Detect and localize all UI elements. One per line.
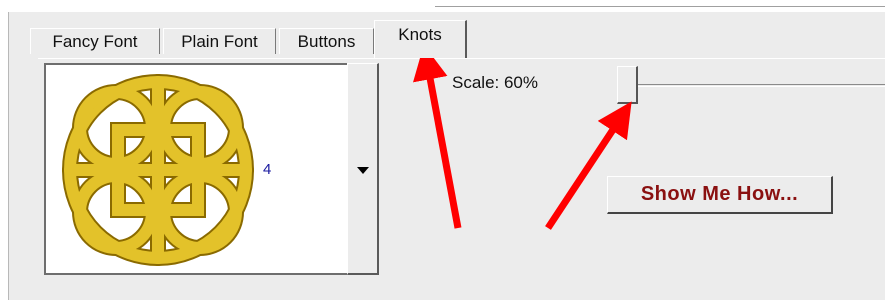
scale-slider-thumb[interactable]	[617, 66, 638, 104]
celtic-knot-icon	[62, 74, 254, 266]
chevron-down-icon	[357, 167, 369, 174]
show-me-how-button[interactable]: Show Me How...	[607, 176, 833, 214]
tab-buttons[interactable]: Buttons	[279, 28, 374, 54]
knot-preview-box[interactable]: 4	[44, 63, 347, 275]
tab-panel-border	[38, 58, 885, 59]
knot-number: 4	[263, 161, 272, 178]
scale-slider-track-highlight	[618, 86, 885, 87]
top-border-line	[435, 6, 885, 7]
tab-knots[interactable]: Knots	[374, 20, 467, 58]
tab-plain-font[interactable]: Plain Font	[163, 28, 276, 54]
tab-fancy-font[interactable]: Fancy Font	[30, 28, 160, 54]
scale-slider-track[interactable]	[618, 84, 885, 85]
scale-label: Scale: 60%	[452, 73, 538, 92]
knot-dropdown-button[interactable]	[347, 63, 379, 275]
